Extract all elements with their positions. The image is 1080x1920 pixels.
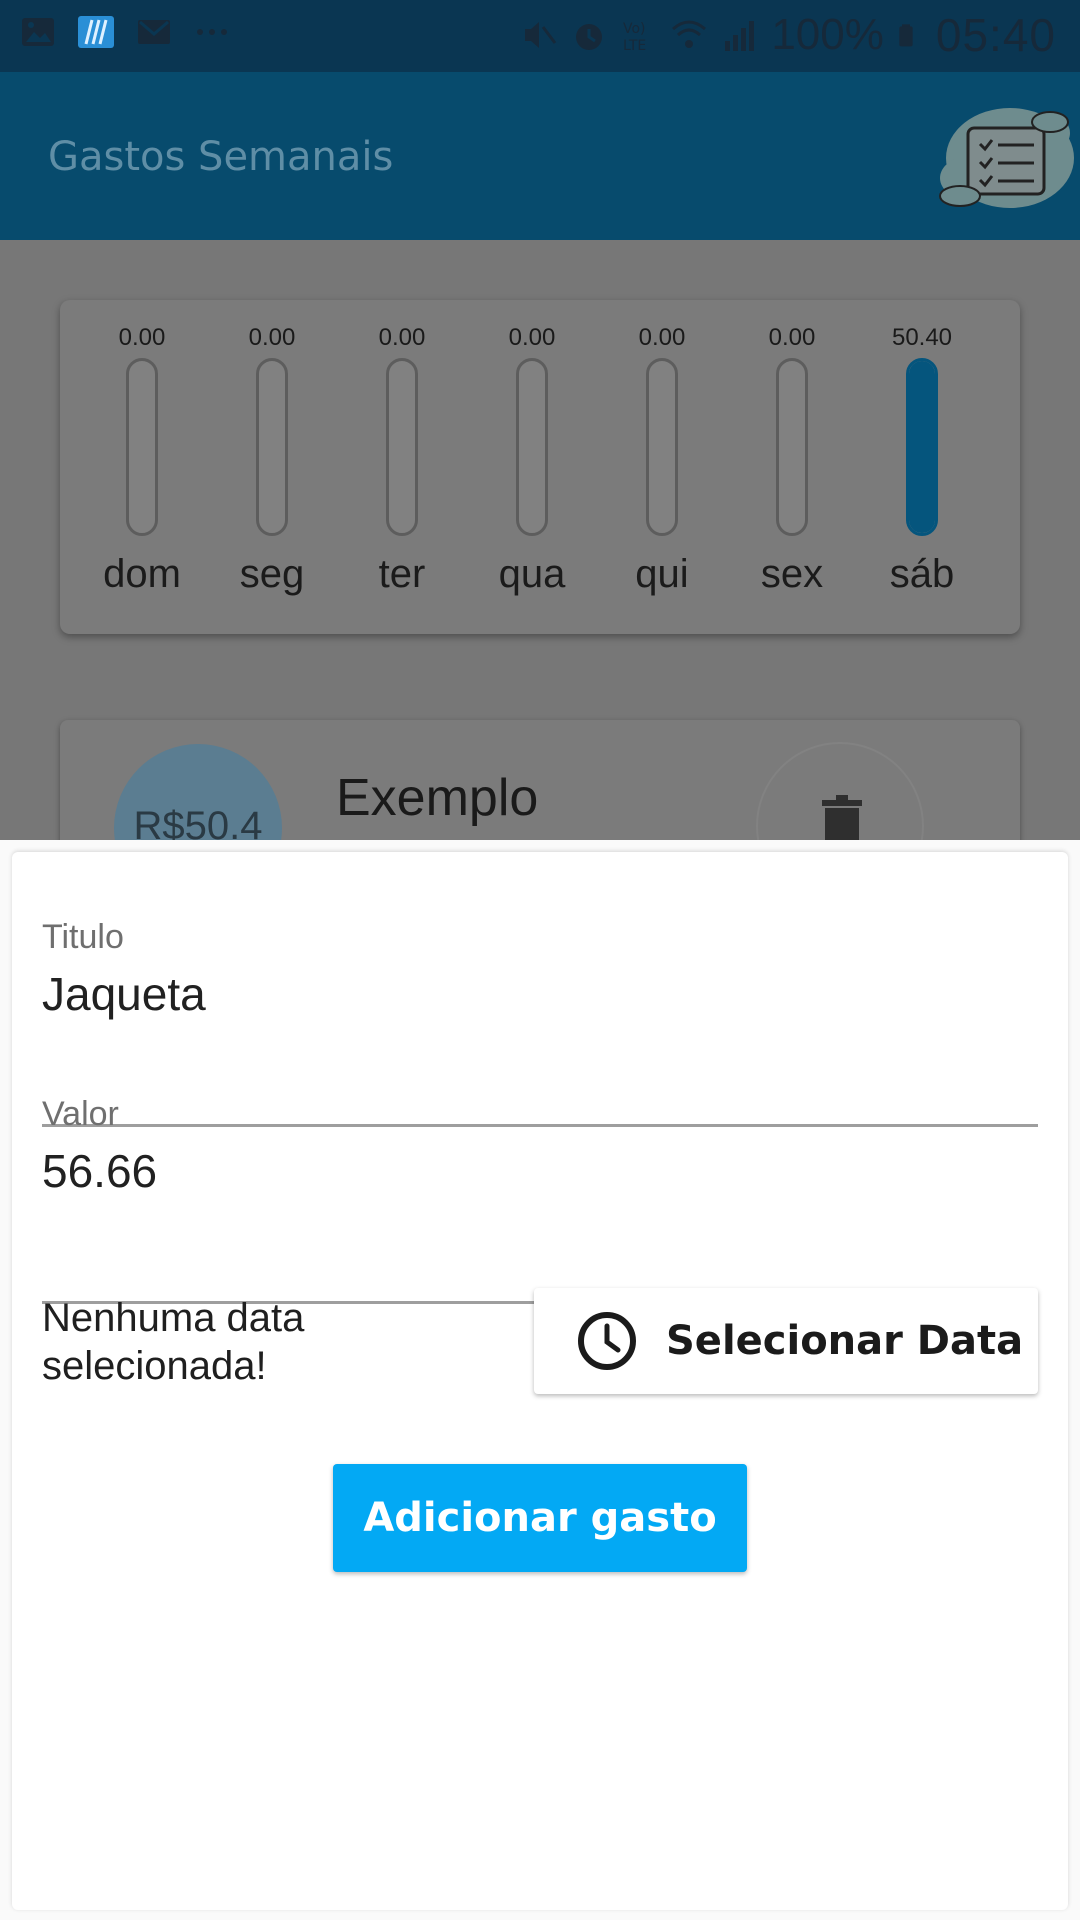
chart-bar-value: 0.00 [768, 324, 816, 351]
wifi-icon [672, 20, 707, 48]
mute-icon [525, 22, 557, 48]
svg-text:LTE: LTE [623, 38, 646, 53]
alarm-icon [576, 24, 603, 50]
app-title: Gastos Semanais [48, 134, 394, 180]
weekly-chart-card: 0.00 dom 0.00 seg 0.00 ter 0.00 qua 0.00 qui 0.00 s… [60, 300, 1020, 634]
chart-bar-seg: 0.00 seg [217, 318, 327, 597]
status-bar: Vo) LTE 100% 05:40 [0, 0, 1080, 72]
chart-bar-qua: 0.00 qua [477, 318, 587, 597]
expense-list-item[interactable]: R$50.4 Exemplo [60, 720, 1020, 840]
new-expense-sheet: Titulo Jaqueta Valor 56.66 Nenhuma data … [12, 852, 1068, 1910]
chart-bar-track [516, 358, 548, 536]
chart-bar-day-label: sáb [889, 552, 955, 596]
value-field-value[interactable]: 56.66 [42, 1144, 1038, 1198]
chart-bar-track [776, 358, 808, 536]
select-date-label: Selecionar Data [666, 1318, 1024, 1364]
trash-icon [822, 795, 862, 840]
date-status-text: Nenhuma data selecionada! [42, 1296, 305, 1388]
chart-bar-fill [909, 361, 935, 533]
chart-bar-day-label: seg [239, 552, 305, 596]
chart-bar-day-label: qui [635, 552, 689, 596]
chart-bar-qui: 0.00 qui [607, 318, 717, 597]
chart-bar-value: 0.00 [378, 324, 426, 351]
expense-amount: R$50.4 [133, 804, 263, 840]
chart-bar-track [386, 358, 418, 536]
svg-text:Vo): Vo) [623, 21, 646, 37]
chart-bar-day-label: qua [498, 552, 566, 596]
mail-icon [138, 20, 170, 44]
battery-icon [899, 24, 913, 47]
chart-bar-track [256, 358, 288, 536]
title-field[interactable]: Titulo Jaqueta [42, 918, 1038, 1127]
checklist-cloud-icon [939, 108, 1074, 208]
chart-bar-value: 0.00 [638, 324, 686, 351]
select-date-button[interactable]: Selecionar Data [534, 1288, 1038, 1394]
volte-icon: Vo) LTE [623, 21, 646, 53]
title-field-label: Titulo [42, 918, 124, 956]
chart-bar-day-label: dom [103, 552, 181, 596]
chart-bar-track [646, 358, 678, 536]
app-bar: Gastos Semanais [0, 72, 1080, 240]
chart-bar-dom: 0.00 dom [87, 318, 197, 597]
more-icon [197, 29, 227, 35]
add-expense-label: Adicionar gasto [363, 1495, 717, 1541]
dimmed-content: 0.00 dom 0.00 seg 0.00 ter 0.00 qua 0.00 qui 0.00 s… [0, 240, 1080, 840]
status-icons-left [20, 14, 230, 50]
chart-bar-value: 0.00 [118, 324, 166, 351]
add-expense-button[interactable]: Adicionar gasto [333, 1464, 747, 1572]
gallery-icon [22, 18, 54, 46]
chart-bar-ter: 0.00 ter [347, 318, 457, 597]
chart-bar-day-label: ter [378, 552, 426, 596]
value-field-label: Valor [42, 1095, 119, 1133]
battery-percentage: 100% [771, 10, 884, 59]
delete-button[interactable] [756, 742, 924, 840]
clock-icon [578, 1312, 636, 1370]
chart-bar-sáb: 50.40 sáb [867, 318, 977, 597]
value-field[interactable]: Valor 56.66 [42, 1095, 1038, 1304]
signal-icon [725, 21, 755, 51]
chart-bar-sex: 0.00 sex [737, 318, 847, 597]
chart-bar-day-label: sex [760, 552, 824, 596]
status-icons-right: Vo) LTE 100% 05:40 [521, 8, 1056, 62]
chart-bar-value: 0.00 [508, 324, 556, 351]
chart-bar-track [906, 358, 938, 536]
expense-title: Exemplo [336, 769, 539, 827]
expense-amount-avatar: R$50.4 [114, 744, 282, 840]
clock-time: 05:40 [935, 9, 1056, 61]
app-icon [78, 16, 114, 48]
chart-bar-track [126, 358, 158, 536]
chart-bar-value: 0.00 [248, 324, 296, 351]
chart-bar-value: 50.40 [891, 324, 953, 351]
title-field-value[interactable]: Jaqueta [42, 967, 1038, 1021]
